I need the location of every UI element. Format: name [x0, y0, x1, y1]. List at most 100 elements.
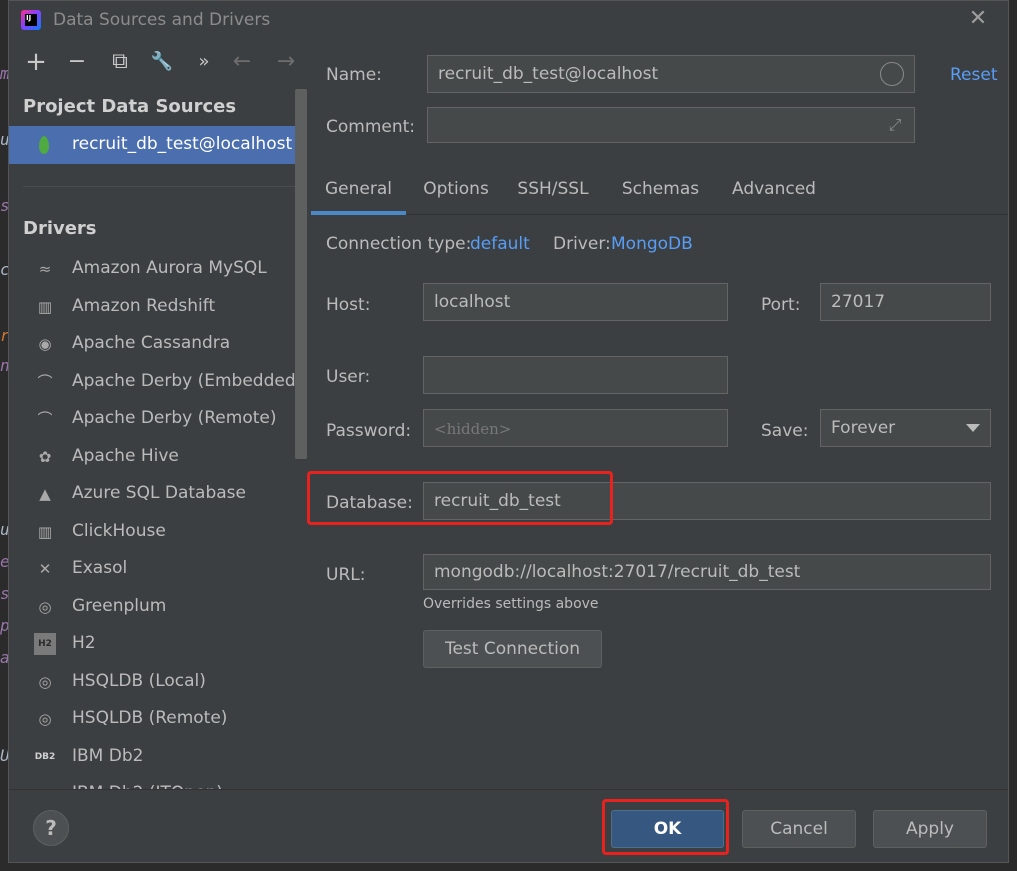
tab-ssh-ssl[interactable]: SSH/SSL: [507, 169, 599, 215]
redshift-icon: ▥: [37, 297, 53, 316]
forward-arrow-icon[interactable]: →: [273, 49, 299, 75]
name-input[interactable]: recruit_db_test@localhost: [427, 55, 915, 93]
driver-label: HSQLDB (Remote): [72, 708, 228, 728]
expand-icon[interactable]: ⤢: [884, 114, 906, 136]
back-arrow-icon[interactable]: ←: [229, 49, 255, 75]
hive-icon: ✿: [38, 447, 52, 466]
ibm-db2-icon: DB2: [34, 751, 56, 762]
url-hint: Overrides settings above: [423, 596, 599, 612]
intellij-app-icon: IJ: [21, 10, 41, 30]
driver-item[interactable]: ▥ Amazon Redshift: [9, 288, 299, 325]
close-icon[interactable]: ✕: [966, 7, 990, 31]
driver-item[interactable]: ◎ Greenplum: [9, 588, 299, 625]
azure-icon: ▲: [39, 485, 51, 503]
driver-item[interactable]: DB2IBM Db2 (JTOpen): [9, 775, 299, 789]
connection-type-label: Connection type:: [326, 234, 472, 254]
driver-label: Azure SQL Database: [72, 483, 246, 503]
tab-options[interactable]: Options: [411, 169, 501, 215]
data-sources-dialog: IJ Data Sources and Drivers ✕ + − ⧉ 🔧 » …: [8, 0, 1009, 863]
driver-label: Apache Hive: [72, 445, 179, 466]
driver-item[interactable]: ◉ Apache Cassandra: [9, 325, 299, 362]
copy-icon[interactable]: ⧉: [107, 49, 133, 75]
exasol-icon: ✕: [38, 560, 52, 578]
host-label: Host:: [326, 295, 371, 315]
tab-schemas[interactable]: Schemas: [613, 169, 708, 215]
name-value: recruit_db_test@localhost: [438, 64, 659, 84]
data-sources-sidebar: + − ⧉ 🔧 » ← → Project Data Sources recru…: [9, 39, 309, 789]
user-input[interactable]: [423, 356, 728, 394]
save-label: Save:: [761, 421, 809, 441]
settings-tabs: General Options SSH/SSL Schemas Advanced: [311, 169, 1008, 215]
tab-general[interactable]: General: [311, 169, 406, 215]
driver-item[interactable]: ◎ HSQLDB (Remote): [9, 700, 299, 737]
sidebar-separator: [23, 186, 295, 187]
password-input[interactable]: <hidden>: [423, 409, 728, 447]
wrench-icon[interactable]: 🔧: [149, 49, 175, 75]
color-circle-icon[interactable]: [880, 62, 904, 86]
url-label: URL:: [326, 565, 366, 585]
sidebar-toolbar: + − ⧉ 🔧 » ← →: [9, 39, 309, 85]
driver-label: Apache Cassandra: [72, 333, 231, 353]
add-icon[interactable]: +: [23, 49, 49, 75]
drivers-heading: Drivers: [23, 218, 97, 239]
driver-link[interactable]: MongoDB: [611, 234, 693, 254]
host-input[interactable]: localhost: [423, 283, 728, 321]
comment-input[interactable]: ⤢: [427, 107, 915, 143]
driver-label: HSQLDB (Local): [72, 670, 206, 691]
driver-label: ClickHouse: [72, 520, 166, 541]
password-label: Password:: [326, 421, 412, 441]
data-source-label: recruit_db_test@localhost: [72, 134, 293, 154]
tab-advanced[interactable]: Advanced: [719, 169, 829, 215]
driver-label: IBM Db2: [72, 745, 144, 766]
driver-item[interactable]: ◎ HSQLDB (Local): [9, 663, 299, 700]
driver-label: Apache Derby (Remote): [72, 408, 277, 428]
driver-item[interactable]: ✕ Exasol: [9, 550, 299, 587]
dialog-titlebar: IJ Data Sources and Drivers ✕: [9, 1, 1008, 39]
hsqldb-icon: ◎: [38, 710, 52, 728]
apply-button[interactable]: Apply: [873, 810, 987, 848]
more-actions-icon[interactable]: »: [191, 49, 217, 75]
driver-label: Exasol: [72, 558, 128, 578]
name-label: Name:: [326, 65, 382, 85]
remove-icon[interactable]: −: [64, 49, 90, 75]
connection-type-link[interactable]: default: [470, 234, 530, 254]
driver-label: Apache Derby (Embedded): [72, 370, 303, 391]
derby-hat-icon: ⌒: [37, 372, 53, 391]
ok-button[interactable]: OK: [611, 810, 724, 848]
driver-label: Amazon Redshift: [72, 295, 216, 316]
h2-icon: H2: [34, 633, 56, 655]
comment-label: Comment:: [326, 117, 416, 137]
chevron-down-icon: [966, 424, 980, 432]
driver-label: Amazon Aurora MySQL: [72, 258, 267, 278]
driver-item[interactable]: ≈ Amazon Aurora MySQL: [9, 250, 299, 287]
driver-label: Greenplum: [72, 595, 167, 616]
driver-item[interactable]: ⌒ Apache Derby (Embedded): [9, 363, 303, 400]
driver-item[interactable]: ▥ ClickHouse: [9, 513, 299, 550]
url-input[interactable]: mongodb://localhost:27017/recruit_db_tes…: [423, 554, 991, 590]
port-label: Port:: [761, 295, 801, 315]
save-select[interactable]: Forever: [820, 409, 991, 447]
driver-item[interactable]: ▲ Azure SQL Database: [9, 475, 299, 512]
help-icon[interactable]: ?: [33, 810, 69, 846]
dolphin-icon: ≈: [38, 260, 52, 278]
greenplum-icon: ◎: [38, 597, 52, 616]
driver-item[interactable]: H2 H2: [9, 625, 299, 662]
database-label: Database:: [326, 493, 413, 513]
port-input[interactable]: 27017: [820, 283, 991, 321]
driver-label: H2: [72, 633, 96, 653]
derby-hat-icon: ⌒: [37, 410, 53, 428]
eye-icon: ◉: [38, 335, 52, 353]
database-input[interactable]: recruit_db_test: [423, 482, 991, 520]
cancel-button[interactable]: Cancel: [742, 810, 856, 848]
hsqldb-icon: ◎: [38, 672, 52, 691]
reset-link[interactable]: Reset: [950, 65, 998, 85]
dialog-title: Data Sources and Drivers: [53, 10, 271, 30]
driver-item[interactable]: ⌒ Apache Derby (Remote): [9, 400, 299, 437]
driver-item[interactable]: DB2 IBM Db2: [9, 738, 299, 775]
driver-label: Driver:: [553, 234, 611, 254]
driver-item[interactable]: ✿ Apache Hive: [9, 438, 299, 475]
test-connection-button[interactable]: Test Connection: [423, 630, 602, 668]
data-source-item-selected[interactable]: recruit_db_test@localhost: [9, 126, 305, 164]
sidebar-scrollbar[interactable]: [295, 89, 307, 459]
clickhouse-icon: ▥: [37, 522, 53, 541]
